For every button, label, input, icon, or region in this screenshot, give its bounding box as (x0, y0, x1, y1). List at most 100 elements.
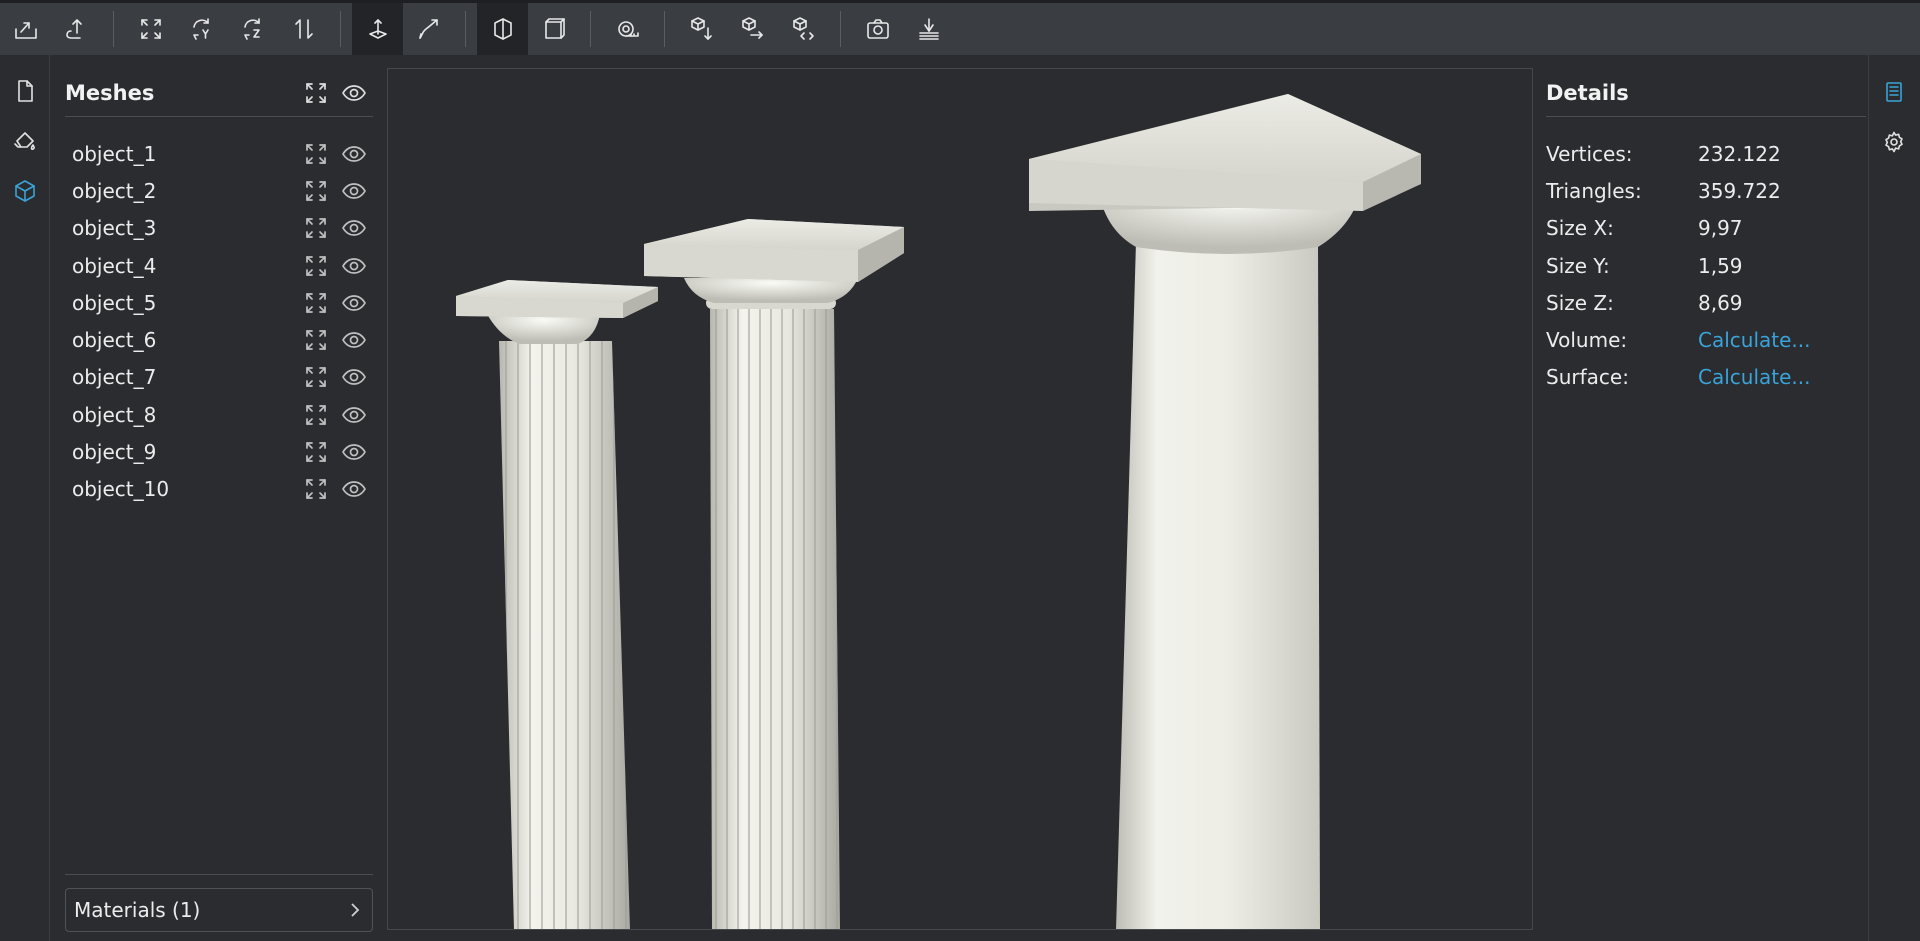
3d-viewport[interactable] (387, 68, 1533, 930)
focus-mesh-button[interactable] (297, 325, 335, 355)
paint-tab[interactable] (0, 116, 50, 166)
detail-label: Size X: (1546, 216, 1614, 241)
focus-mesh-button[interactable] (297, 474, 335, 504)
shaded-view-icon (493, 18, 512, 40)
transform-object-button[interactable] (778, 3, 829, 55)
toggle-visibility-button[interactable] (335, 437, 373, 467)
toggle-visibility-button[interactable] (335, 139, 373, 169)
paint-bucket-icon (14, 132, 35, 150)
toggle-visibility-button[interactable] (335, 288, 373, 318)
expand-icon (306, 218, 326, 239)
meshes-tab[interactable] (0, 166, 50, 216)
calculate-link[interactable]: Calculate... (1698, 365, 1810, 389)
eye-icon (342, 220, 366, 237)
fit-all-button[interactable] (297, 78, 335, 108)
toggle-visibility-button[interactable] (335, 325, 373, 355)
rotate-y-button[interactable] (176, 3, 227, 55)
calculate-link[interactable]: Calculate... (1698, 328, 1810, 352)
detail-value: 1,59 (1698, 253, 1743, 278)
measure-button[interactable] (602, 3, 653, 55)
mesh-list-item[interactable]: object_3 (65, 210, 373, 247)
detail-row: Size Y: 1,59 (1546, 247, 1866, 284)
move-object-button[interactable] (727, 3, 778, 55)
focus-mesh-button[interactable] (297, 400, 335, 430)
settings-tab[interactable] (1869, 117, 1919, 167)
file-tab[interactable] (0, 66, 50, 116)
expand-icon (306, 143, 326, 164)
eye-icon (342, 183, 366, 199)
mesh-name: object_9 (72, 440, 157, 465)
screenshot-button[interactable] (852, 3, 903, 55)
toggle-visibility-button[interactable] (335, 474, 373, 504)
focus-mesh-button[interactable] (297, 362, 335, 392)
drop-to-floor-button[interactable] (676, 3, 727, 55)
mesh-list-item[interactable]: object_9 (65, 433, 373, 470)
detail-value: 359.722 (1698, 178, 1781, 203)
materials-button[interactable]: Materials (1) (65, 888, 373, 932)
fit-view-icon (140, 19, 161, 39)
meshes-header: Meshes (65, 69, 373, 117)
detail-label: Size Z: (1546, 290, 1614, 315)
mesh-list-item[interactable]: object_2 (65, 172, 373, 209)
expand-icon (306, 181, 326, 201)
focus-mesh-button[interactable] (297, 176, 335, 206)
detail-row: Size Z: 8,69 (1546, 284, 1866, 321)
eye-icon (342, 406, 366, 423)
toggle-visibility-button[interactable] (335, 362, 373, 392)
mesh-list-item[interactable]: object_10 (65, 471, 373, 508)
eye-icon (342, 294, 366, 311)
place-on-ground-icon (368, 19, 387, 39)
fit-view-button[interactable] (125, 3, 176, 55)
focus-mesh-button[interactable] (297, 251, 335, 281)
chevron-right-icon (351, 903, 360, 917)
column-object-middle[interactable] (644, 219, 904, 930)
focus-mesh-button[interactable] (297, 213, 335, 243)
cube-down-icon (690, 17, 712, 40)
mesh-list-item[interactable]: object_4 (65, 247, 373, 284)
shaded-view-button[interactable] (477, 3, 528, 55)
mesh-list-item[interactable]: object_7 (65, 359, 373, 396)
column-object-left[interactable] (456, 280, 658, 930)
toggle-visibility-button[interactable] (335, 251, 373, 281)
focus-mesh-button[interactable] (297, 139, 335, 169)
toolbar-divider (113, 11, 114, 47)
details-tab[interactable] (1869, 67, 1919, 117)
toggle-visibility-button[interactable] (335, 176, 373, 206)
column-object-right[interactable] (1029, 94, 1421, 930)
detail-label: Size Y: (1546, 253, 1610, 278)
toggle-visibility-button[interactable] (335, 213, 373, 243)
focus-mesh-button[interactable] (297, 437, 335, 467)
place-on-ground-button[interactable] (352, 3, 403, 55)
mesh-list-item[interactable]: object_8 (65, 396, 373, 433)
export-button[interactable] (51, 3, 102, 55)
toggle-visibility-button[interactable] (335, 400, 373, 430)
mesh-list-item[interactable]: object_1 (65, 135, 373, 172)
mesh-name: object_3 (72, 216, 157, 241)
import-icon (14, 22, 37, 39)
expand-icon (306, 442, 326, 462)
mesh-name: object_10 (72, 477, 170, 502)
flip-axis-icon (294, 19, 313, 39)
curve-tool-button[interactable] (403, 3, 454, 55)
rotate-z-button[interactable] (227, 3, 278, 55)
wireframe-view-button[interactable] (528, 3, 579, 55)
focus-mesh-button[interactable] (297, 288, 335, 318)
eye-icon (342, 145, 366, 162)
import-button[interactable] (0, 3, 51, 55)
app-window: Meshes object_1 object_2 object_3 object_4o… (0, 0, 1920, 941)
mesh-list-item[interactable]: object_5 (65, 284, 373, 321)
flip-axis-button[interactable] (278, 3, 329, 55)
detail-label: Surface: (1546, 365, 1629, 390)
eye-icon (342, 369, 366, 386)
ground-plane-button[interactable] (903, 3, 954, 55)
mesh-name: object_5 (72, 290, 157, 315)
expand-icon (306, 82, 326, 103)
rotate-y-icon (192, 18, 209, 40)
toggle-all-visibility-button[interactable] (335, 78, 373, 108)
cube-right-icon (741, 17, 763, 39)
detail-label: Volume: (1546, 328, 1628, 353)
expand-icon (306, 292, 326, 313)
eye-icon (342, 84, 366, 101)
mesh-list-item[interactable]: object_6 (65, 321, 373, 358)
details-list: Vertices: 232.122 Triangles: 359.722 Size X:… (1546, 135, 1866, 396)
